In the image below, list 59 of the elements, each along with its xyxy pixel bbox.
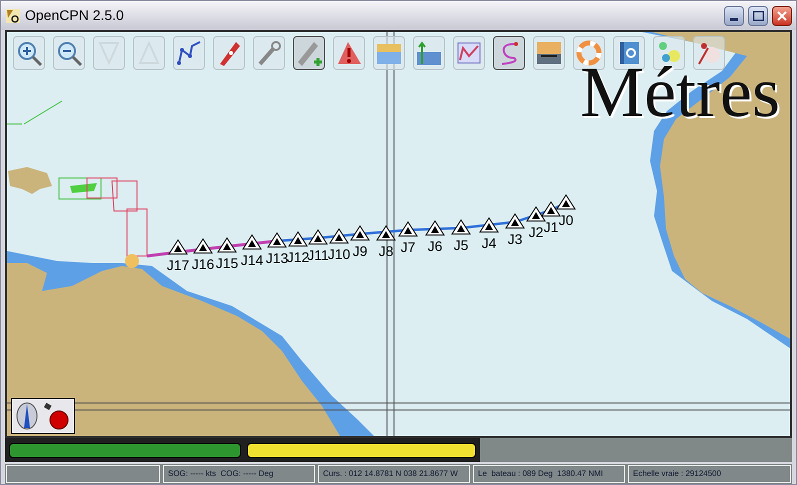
text-tool-button[interactable]: [293, 36, 325, 70]
waypoint-icon[interactable]: [376, 225, 396, 240]
waypoint-icon[interactable]: [217, 237, 237, 252]
close-button[interactable]: [772, 6, 792, 26]
waypoint-icon[interactable]: [556, 194, 576, 210]
waypoint-label: J5: [454, 237, 468, 253]
waypoint-label: J10: [328, 246, 350, 262]
waypoint-icon[interactable]: [479, 217, 499, 232]
waypoint-label: J13: [266, 250, 288, 266]
gps-status-icon: [42, 402, 70, 430]
status-field: Le bateau : 089 Deg 1380.47 NMI: [473, 465, 625, 483]
waypoint-label: J0: [558, 212, 574, 228]
waypoint-label: J4: [482, 235, 496, 251]
close-icon: [777, 10, 787, 20]
maximize-icon: [752, 10, 764, 20]
waypoint-icon[interactable]: [505, 213, 525, 228]
waypoint-label: J17: [166, 257, 190, 273]
waypoint-icon[interactable]: [288, 231, 308, 246]
waypoint-icon[interactable]: [425, 220, 445, 236]
zoom-out-tool-button[interactable]: [53, 36, 85, 70]
minimize-button[interactable]: [724, 6, 744, 26]
app-logo-icon: [5, 8, 21, 24]
waypoint-icon[interactable]: [398, 221, 418, 236]
minimize-icon: [730, 18, 738, 20]
island-shape: [8, 167, 52, 194]
status-field: SOG: ----- kts COG: ----- Deg: [163, 465, 315, 483]
zoom-in-tool-button[interactable]: [13, 36, 45, 70]
waypoint-icon[interactable]: [193, 238, 213, 254]
waypoint-label: J16: [192, 256, 214, 272]
waypoint-icon[interactable]: [350, 225, 370, 240]
waypoint-icon[interactable]: [451, 219, 471, 234]
maximize-button[interactable]: [748, 6, 768, 26]
tide-tool-button[interactable]: [413, 36, 445, 70]
waypoint-label: J1: [544, 219, 558, 235]
waypoint-label: J11: [307, 247, 329, 263]
waypoint-label: J15: [216, 255, 238, 271]
waypoint-icon[interactable]: [242, 234, 262, 250]
sunset-tool-button[interactable]: [533, 36, 565, 70]
waypoint-icon[interactable]: [168, 239, 188, 254]
waypoint-icon[interactable]: [329, 228, 349, 244]
status-field: Curs. : 012 14.8781 N 038 21.8677 W: [318, 465, 470, 483]
waypoint-label: J7: [400, 239, 416, 255]
waypoint-label: J9: [352, 243, 368, 259]
waypoint-label: J14: [240, 252, 264, 268]
waypoint-label: J2: [528, 224, 544, 240]
compass-icon: [16, 402, 38, 430]
route-tool-button[interactable]: [173, 36, 205, 70]
status-field: Echelle vraie : 29124500: [628, 465, 791, 483]
waypoint-label: J3: [508, 231, 522, 247]
waypoint-label: J6: [428, 238, 442, 254]
waypoint-icon[interactable]: [308, 229, 328, 244]
warning-tool-button[interactable]: [333, 36, 365, 70]
track-tool-button[interactable]: [493, 36, 525, 70]
window-title: OpenCPN 2.5.0: [25, 6, 124, 25]
wrench-tool-button[interactable]: [253, 36, 285, 70]
waypoint-icon[interactable]: [267, 232, 287, 248]
chart-boundary-line: [7, 100, 62, 124]
waypoint-label: J12: [286, 249, 310, 265]
route-manager-tool-button[interactable]: [453, 36, 485, 70]
